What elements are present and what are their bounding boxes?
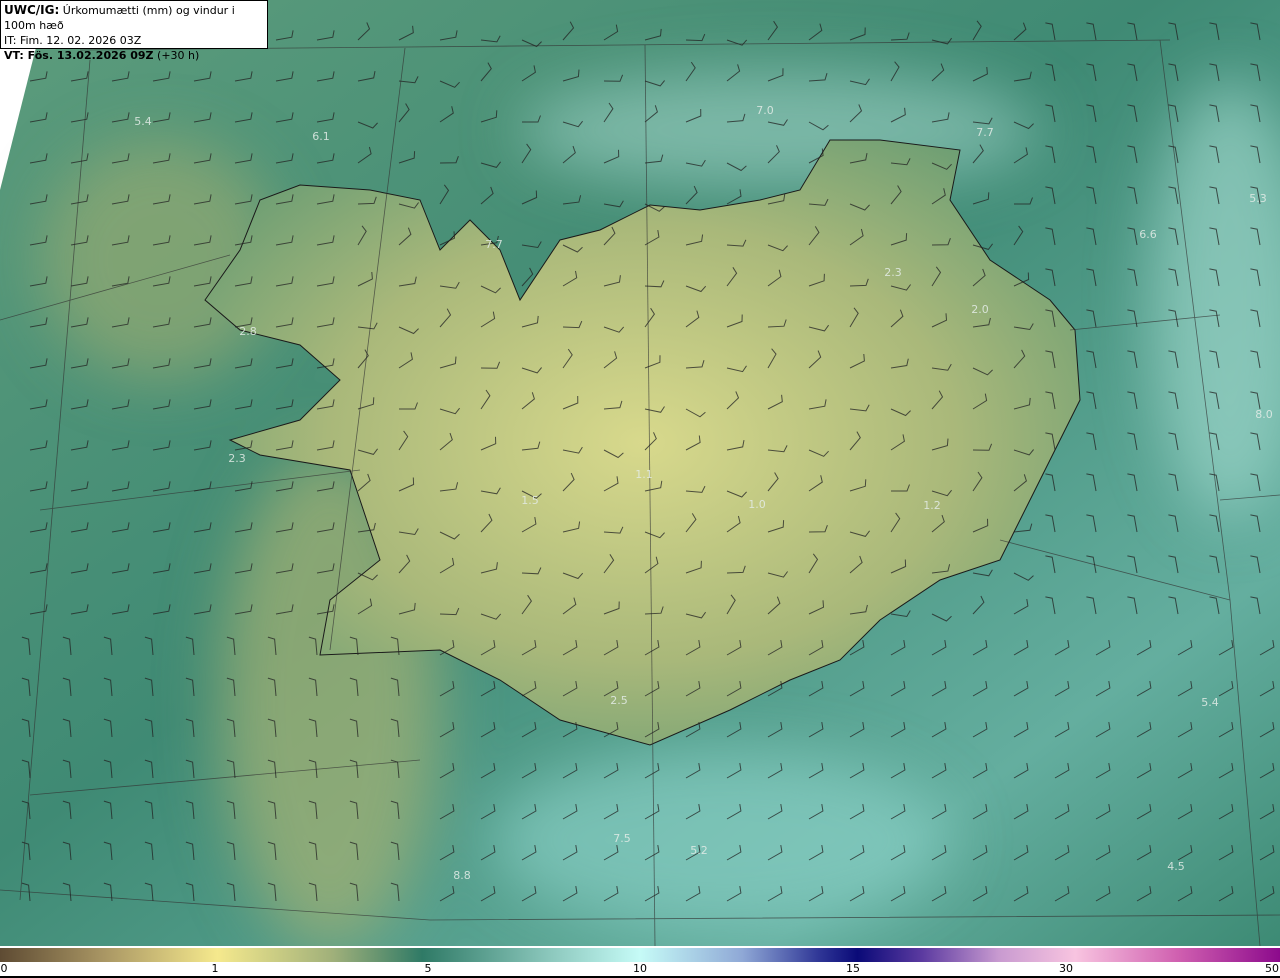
init-time: IT: Fim. 12. 02. 2026 03Z [4,34,142,47]
map-value-label: 7.7 [485,238,503,251]
map-value-label: 5.2 [690,844,708,857]
map-value-label: 6.1 [312,130,330,143]
map-value-label: 7.5 [613,832,631,845]
colorbar-tick: 0 [0,962,8,975]
map-value-label: 1.5 [521,494,539,507]
forecast-offset: (+30 h) [157,49,200,62]
map-value-label: 7.7 [976,126,994,139]
map-value-label: 1.2 [923,499,941,512]
map-header: UWC/IG: Úrkomumætti (mm) og vindur i 100… [0,0,268,62]
valid-time: VT: Fös. 13.02.2026 09Z [4,49,154,62]
colorbar-ticks: 0 1 5 10 15 30 50 [0,962,1280,978]
colorbar [0,948,1280,962]
map-value-label: 7.0 [756,104,774,117]
colorbar-tick: 50 [1265,962,1279,975]
colorbar-tick: 10 [633,962,647,975]
map-value-label: 2.3 [228,452,246,465]
map-value-label: 5.4 [134,115,152,128]
model-name: UWC/IG: [4,3,60,17]
map-value-label: 1.0 [748,498,766,511]
map-value-label: 8.0 [1255,408,1273,421]
map-value-label: 6.6 [1139,228,1157,241]
map-value-label: 2.3 [884,266,902,279]
map-value-label: 4.5 [1167,860,1185,873]
colorbar-tick: 5 [424,962,432,975]
map-value-label: 8.8 [453,869,471,882]
precipitation-map: 5.4 6.1 7.0 7.7 5.3 6.6 7.7 2.3 2.0 2.8 2.3 1.1 1.5 1… [0,0,1280,946]
map-value-label: 5.3 [1249,192,1267,205]
colorbar-tick: 1 [211,962,219,975]
map-value-label: 2.8 [239,325,257,338]
map-value-label: 5.4 [1201,696,1219,709]
map-value-label: 2.5 [610,694,628,707]
map-value-label: 2.0 [971,303,989,316]
colorbar-tick: 15 [846,962,860,975]
map-value-label: 1.1 [635,468,653,481]
colorbar-tick: 30 [1059,962,1073,975]
